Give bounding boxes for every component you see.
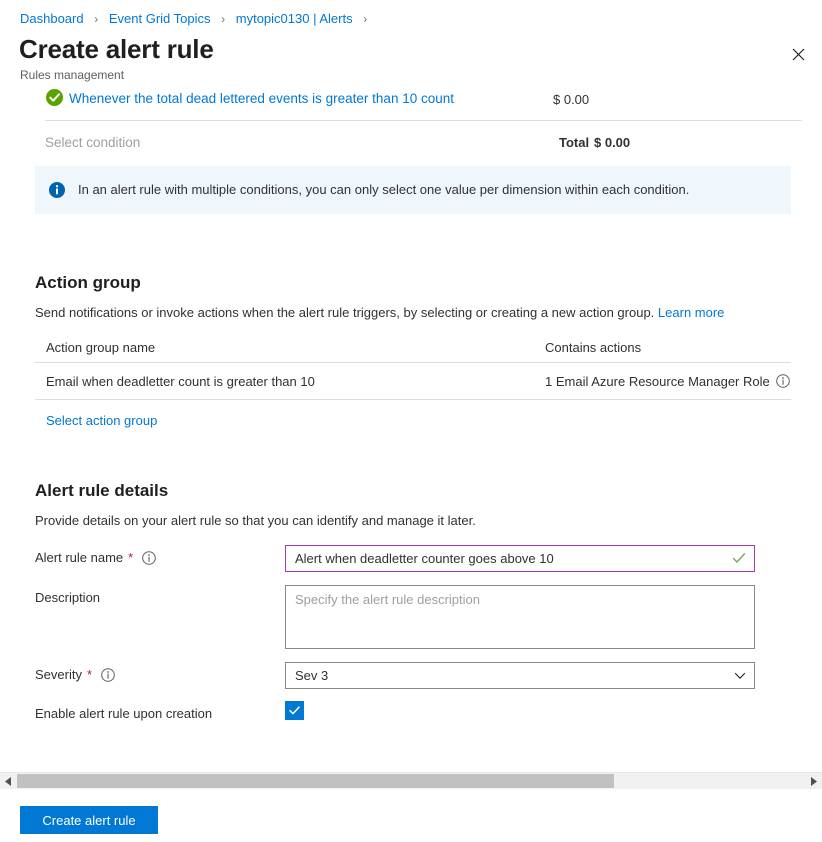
description-label-text: Description bbox=[35, 588, 100, 608]
cell-contains-actions: 1 Email Azure Resource Manager Role bbox=[545, 374, 791, 389]
column-header-contains-actions: Contains actions bbox=[545, 340, 791, 355]
alert-rule-name-input-wrap bbox=[285, 545, 755, 572]
severity-label: Severity * bbox=[35, 662, 285, 685]
total-row: Select condition Total $ 0.00 bbox=[0, 121, 822, 163]
checkmark-icon bbox=[288, 704, 301, 717]
description-label: Description bbox=[35, 585, 285, 608]
close-icon bbox=[792, 48, 805, 61]
enable-alert-rule-label: Enable alert rule upon creation bbox=[35, 701, 285, 724]
alert-rule-details-description: Provide details on your alert rule so th… bbox=[35, 512, 476, 530]
alert-rule-name-input[interactable] bbox=[285, 545, 755, 572]
breadcrumb-separator: › bbox=[221, 12, 225, 26]
total-label: Total bbox=[559, 135, 589, 150]
description-textarea[interactable] bbox=[285, 585, 755, 649]
create-alert-rule-blade: Dashboard › Event Grid Topics › mytopic0… bbox=[0, 0, 822, 842]
alert-rule-name-label-text: Alert rule name bbox=[35, 548, 123, 568]
breadcrumb-item-mytopic-alerts[interactable]: mytopic0130 | Alerts bbox=[236, 11, 353, 26]
alert-rule-name-row: Alert rule name * bbox=[35, 545, 791, 572]
scroll-left-button[interactable] bbox=[0, 773, 17, 790]
column-header-action-group-name: Action group name bbox=[35, 340, 545, 355]
enable-alert-rule-label-text: Enable alert rule upon creation bbox=[35, 704, 212, 724]
required-marker: * bbox=[87, 665, 92, 685]
severity-selected-value: Sev 3 bbox=[295, 668, 328, 683]
enable-alert-rule-checkbox[interactable] bbox=[285, 701, 304, 720]
breadcrumb-separator: › bbox=[94, 12, 98, 26]
create-alert-rule-button[interactable]: Create alert rule bbox=[20, 806, 158, 834]
triangle-right-icon bbox=[810, 777, 817, 786]
select-action-group-link[interactable]: Select action group bbox=[46, 413, 157, 428]
condition-row: Whenever the total dead lettered events … bbox=[0, 84, 822, 114]
page-title: Create alert rule bbox=[19, 33, 214, 65]
page-subtitle: Rules management bbox=[20, 67, 124, 83]
severity-select[interactable]: Sev 3 bbox=[285, 662, 755, 689]
description-row: Description bbox=[35, 585, 791, 649]
alert-rule-details-heading: Alert rule details bbox=[35, 480, 168, 502]
horizontal-scrollbar[interactable] bbox=[0, 772, 822, 789]
severity-label-text: Severity bbox=[35, 665, 82, 685]
action-group-table: Action group name Contains actions Email… bbox=[35, 333, 791, 400]
scrollbar-track[interactable] bbox=[17, 773, 805, 790]
table-row[interactable]: Email when deadletter count is greater t… bbox=[35, 363, 791, 400]
table-header-row: Action group name Contains actions bbox=[35, 333, 791, 363]
breadcrumb-item-dashboard[interactable]: Dashboard bbox=[20, 11, 84, 26]
action-group-description: Send notifications or invoke actions whe… bbox=[35, 304, 724, 322]
learn-more-link[interactable]: Learn more bbox=[658, 305, 724, 320]
info-outline-icon[interactable] bbox=[142, 551, 156, 565]
cell-action-group-name: Email when deadletter count is greater t… bbox=[35, 374, 545, 389]
info-outline-icon[interactable] bbox=[101, 668, 115, 682]
contains-actions-text: 1 Email Azure Resource Manager Role bbox=[545, 374, 770, 389]
required-marker: * bbox=[128, 548, 133, 568]
check-circle-icon bbox=[46, 89, 63, 106]
info-icon bbox=[49, 182, 65, 198]
severity-select-wrap: Sev 3 bbox=[285, 662, 755, 689]
info-banner-text: In an alert rule with multiple condition… bbox=[78, 181, 689, 199]
condition-summary: Whenever the total dead lettered events … bbox=[0, 84, 822, 163]
breadcrumb-item-event-grid-topics[interactable]: Event Grid Topics bbox=[109, 11, 211, 26]
footer-bar: Create alert rule bbox=[0, 790, 822, 842]
enable-alert-rule-row: Enable alert rule upon creation bbox=[35, 701, 791, 724]
action-group-description-text: Send notifications or invoke actions whe… bbox=[35, 305, 654, 320]
breadcrumb: Dashboard › Event Grid Topics › mytopic0… bbox=[20, 10, 374, 28]
scrollbar-thumb[interactable] bbox=[17, 774, 614, 788]
select-condition-link[interactable]: Select condition bbox=[45, 135, 140, 150]
triangle-left-icon bbox=[5, 777, 12, 786]
breadcrumb-separator: › bbox=[363, 12, 367, 26]
alert-rule-name-label: Alert rule name * bbox=[35, 545, 285, 568]
condition-price: $ 0.00 bbox=[553, 92, 589, 107]
close-button[interactable] bbox=[782, 38, 814, 70]
total-value: $ 0.00 bbox=[594, 135, 630, 150]
action-group-heading: Action group bbox=[35, 272, 141, 294]
info-outline-icon[interactable] bbox=[776, 374, 790, 388]
info-banner: In an alert rule with multiple condition… bbox=[35, 166, 791, 214]
severity-row: Severity * Sev 3 bbox=[35, 662, 791, 689]
scroll-right-button[interactable] bbox=[805, 773, 822, 790]
condition-link[interactable]: Whenever the total dead lettered events … bbox=[69, 90, 454, 108]
